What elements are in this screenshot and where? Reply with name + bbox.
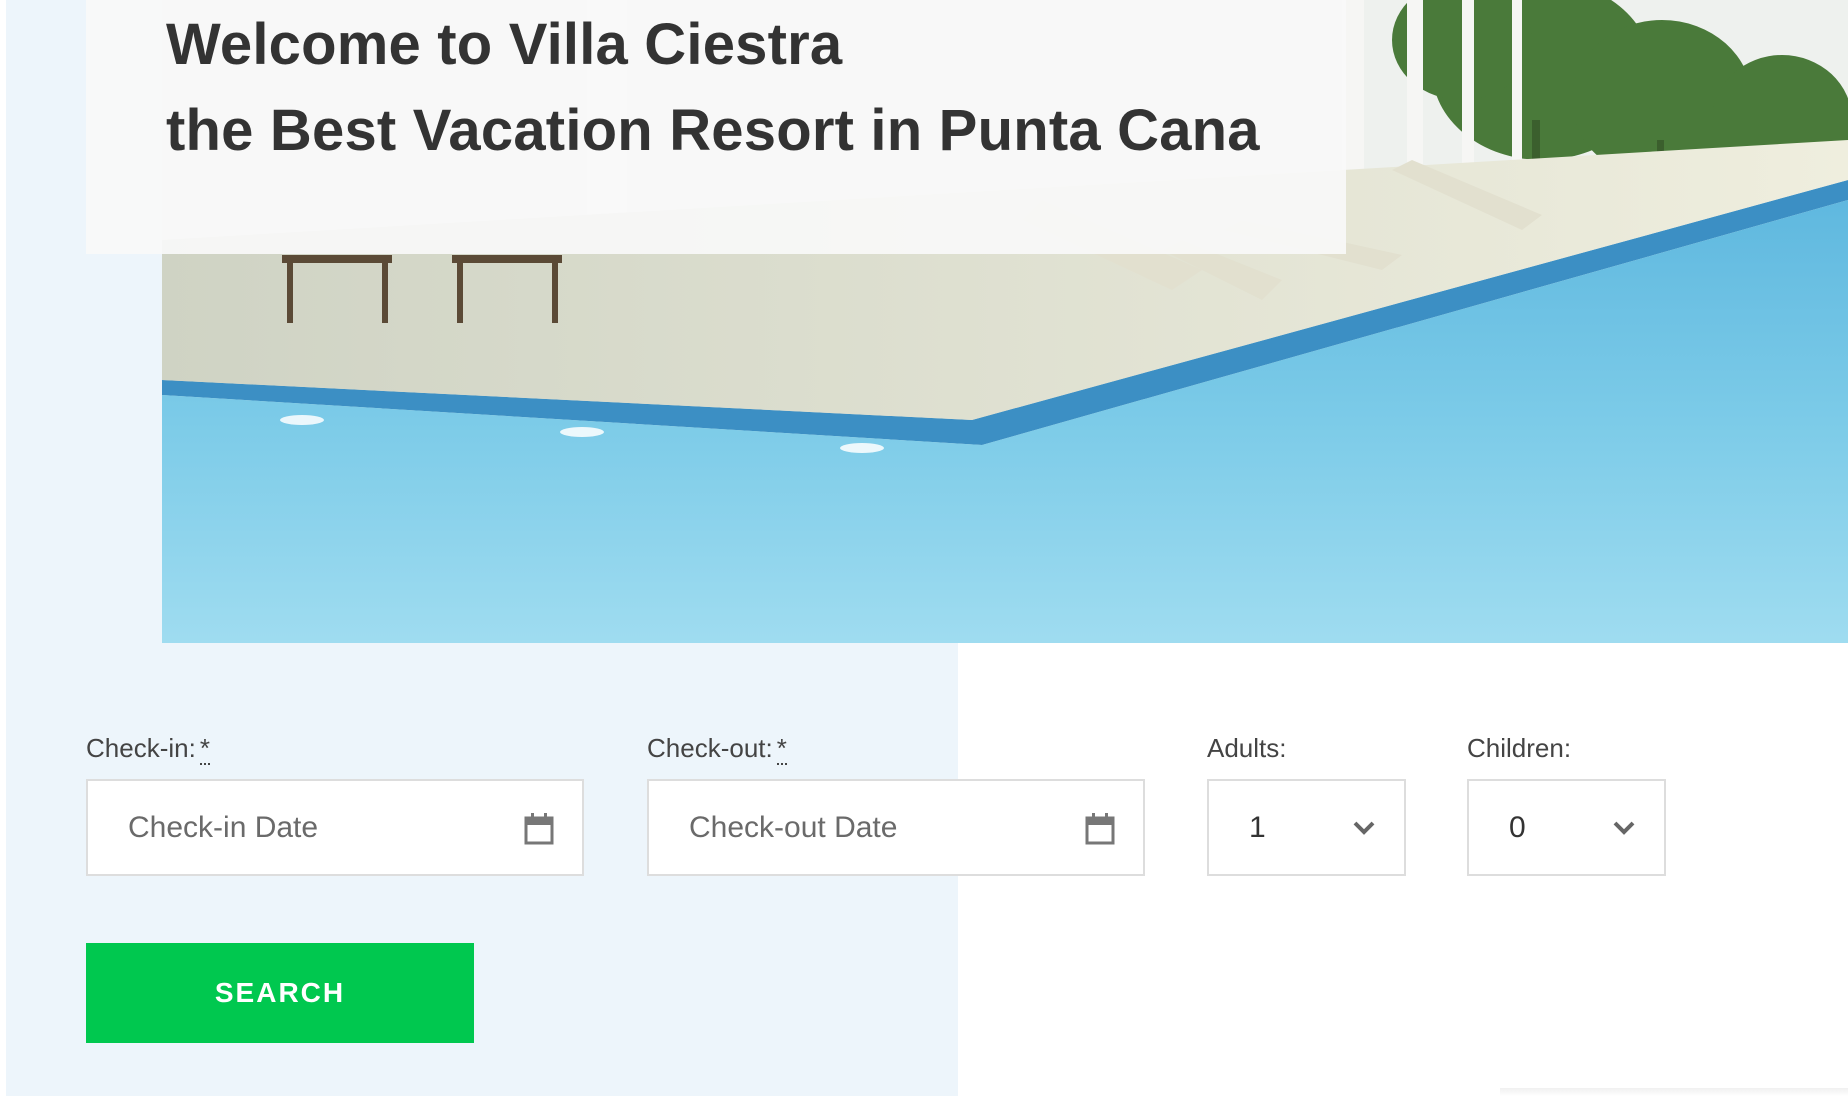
children-label: Children: xyxy=(1467,733,1572,763)
search-button[interactable]: SEARCH xyxy=(86,943,474,1043)
checkout-label-text: Check-out: xyxy=(647,733,773,763)
checkin-input[interactable] xyxy=(128,781,488,874)
title-line-2: the Best Vacation Resort in Punta Cana xyxy=(166,98,1260,163)
checkin-label-text: Check-in: xyxy=(86,733,196,763)
adults-value: 1 xyxy=(1249,811,1266,844)
adults-label: Adults: xyxy=(1207,733,1287,763)
page-title: Welcome to Villa Ciestra the Best Vacati… xyxy=(166,0,1260,174)
adults-select[interactable]: 1 xyxy=(1207,779,1406,876)
checkin-label: Check-in: * xyxy=(86,732,210,765)
checkout-field[interactable] xyxy=(647,779,1145,876)
calendar-icon[interactable] xyxy=(1085,813,1115,845)
children-select[interactable]: 0 xyxy=(1467,779,1666,876)
children-value: 0 xyxy=(1509,811,1526,844)
page: Welcome to Villa Ciestra the Best Vacati… xyxy=(0,0,1848,1096)
chevron-down-icon xyxy=(1613,821,1635,835)
required-mark: * xyxy=(776,733,787,765)
checkin-field[interactable] xyxy=(86,779,584,876)
title-line-1: Welcome to Villa Ciestra xyxy=(166,12,843,77)
chevron-down-icon xyxy=(1353,821,1375,835)
checkout-label: Check-out: * xyxy=(647,732,787,765)
required-mark: * xyxy=(199,733,210,765)
checkout-input[interactable] xyxy=(689,781,1049,874)
calendar-icon[interactable] xyxy=(524,813,554,845)
divider-shadow xyxy=(1500,1088,1848,1096)
